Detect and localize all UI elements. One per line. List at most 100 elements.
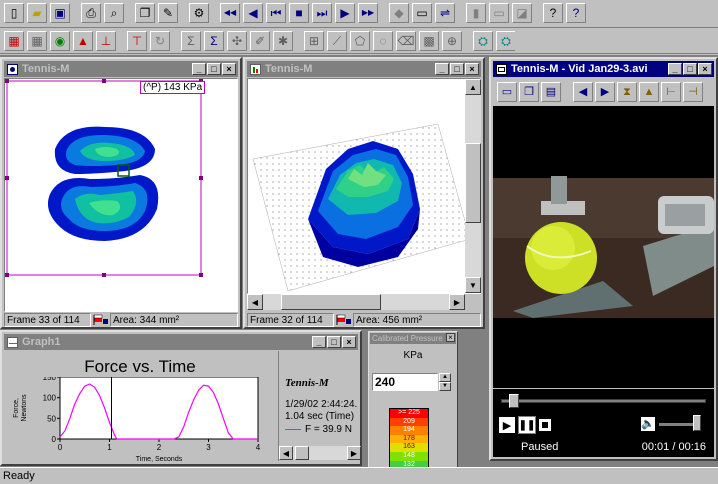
camera-2-button[interactable]: ⛭ xyxy=(496,31,516,51)
camera-1-button[interactable]: ⛭ xyxy=(473,31,493,51)
scroll-left-button[interactable]: ◀ xyxy=(247,294,263,310)
brush-button[interactable]: ✐ xyxy=(250,31,270,51)
context-help-button[interactable]: ? xyxy=(566,3,586,23)
minimize-button[interactable]: _ xyxy=(668,63,682,75)
settings-button[interactable]: ⚙ xyxy=(189,3,209,23)
sum-2-button[interactable]: Σ xyxy=(204,31,224,51)
scroll-down-button[interactable]: ▼ xyxy=(465,277,481,293)
graph-panel[interactable]: Force vs. Time 0 1 2 3 4 0 50 100 150 Time, Secon… xyxy=(4,351,276,463)
scroll-right-button[interactable]: ▶ xyxy=(347,446,361,460)
video-seek-thumb[interactable] xyxy=(509,394,519,408)
print-button[interactable]: ⎙ xyxy=(81,3,101,23)
center-button[interactable]: ⊤ xyxy=(127,31,147,51)
sum-1-button[interactable]: Σ xyxy=(181,31,201,51)
scroll-thumb-horizontal[interactable] xyxy=(281,294,381,310)
window-2d-titlebar[interactable]: Tennis-M _ □ × xyxy=(4,61,238,77)
close-button[interactable]: × xyxy=(465,63,479,75)
video-next-icon[interactable]: ▶ xyxy=(595,82,615,102)
minimize-button[interactable]: _ xyxy=(192,63,206,75)
polygon-button[interactable]: ⬠ xyxy=(350,31,370,51)
video-trim-start-icon[interactable]: ⊢ xyxy=(661,82,681,102)
video-save-icon[interactable]: ▭ xyxy=(497,82,517,102)
window-graph[interactable]: Graph1 _ □ × Force vs. Time 0 1 2 3 4 0 50 100 1… xyxy=(0,330,362,466)
scroll-right-button[interactable]: ▶ xyxy=(449,294,465,310)
last-frame-button[interactable]: ⏭ xyxy=(312,3,332,23)
rewind-button[interactable]: ◀◀ xyxy=(220,3,240,23)
loop-button[interactable]: ⇌ xyxy=(435,3,455,23)
layout-3-button[interactable]: ◪ xyxy=(512,3,532,23)
legend-horizontal-scrollbar[interactable]: ◀ ▶ xyxy=(279,446,361,460)
help-button[interactable]: ? xyxy=(543,3,563,23)
play-button[interactable]: ▶ xyxy=(499,417,515,433)
contour-button[interactable]: ◉ xyxy=(50,31,70,51)
open-folder-button[interactable]: ▰ xyxy=(27,3,47,23)
flag-icon[interactable] xyxy=(336,314,352,326)
pressure-panel[interactable]: Calibrated Pressure × KPa 240 ▲ ▼ >= 225… xyxy=(368,331,458,484)
play-button[interactable]: ▶ xyxy=(335,3,355,23)
video-mark-in-icon[interactable]: ⧗ xyxy=(617,82,637,102)
window-graph-titlebar[interactable]: Graph1 _ □ × xyxy=(4,334,358,350)
zoom-button[interactable]: ⊕ xyxy=(442,31,462,51)
peak-button[interactable]: ▲ xyxy=(73,31,93,51)
window-2d-view[interactable]: Tennis-M _ □ × (^P) 143 KPa Frame 33 of … xyxy=(0,57,242,329)
pressure-value-input[interactable]: 240 xyxy=(372,373,438,391)
maximize-button[interactable]: □ xyxy=(207,63,221,75)
erase-button[interactable]: ⌫ xyxy=(396,31,416,51)
video-prev-icon[interactable]: ◀ xyxy=(573,82,593,102)
flag-icon[interactable] xyxy=(93,314,109,326)
layout-1-button[interactable]: ▮ xyxy=(466,3,486,23)
volume-thumb[interactable] xyxy=(693,415,701,431)
print-preview-button[interactable]: ⌕ xyxy=(104,3,124,23)
video-mark-out-icon[interactable]: ▲ xyxy=(639,82,659,102)
maximize-button[interactable]: □ xyxy=(327,336,341,348)
stop-button[interactable]: ■ xyxy=(289,3,309,23)
marker-button[interactable]: ◆ xyxy=(389,3,409,23)
first-frame-button[interactable]: ⏮ xyxy=(266,3,286,23)
pressure-panel-titlebar[interactable]: Calibrated Pressure × xyxy=(370,333,456,344)
pause-button[interactable]: ❚❚ xyxy=(518,416,536,434)
edit-button[interactable]: ✎ xyxy=(158,3,178,23)
region-button[interactable]: ✣ xyxy=(227,31,247,51)
minimize-button[interactable]: _ xyxy=(435,63,449,75)
stop-button[interactable] xyxy=(539,419,551,431)
fast-forward-button[interactable]: ▶▶ xyxy=(358,3,378,23)
close-button[interactable]: × xyxy=(446,333,455,342)
window-video[interactable]: Tennis-M - Vid Jan29-3.avi _ □ × ▭ ❐ ▤ ◀… xyxy=(489,57,718,461)
force-time-chart[interactable]: 0 1 2 3 4 0 50 100 150 Time, Seconds Force, Newtons xyxy=(4,377,276,465)
vertical-scrollbar-3d[interactable]: ▲ ▼ xyxy=(465,79,481,293)
video-paste-icon[interactable]: ▤ xyxy=(541,82,561,102)
scroll-thumb-horizontal[interactable] xyxy=(295,446,309,460)
box-select-button[interactable]: ⊞ xyxy=(304,31,324,51)
save-button[interactable]: ▣ xyxy=(50,3,70,23)
layout-2-button[interactable]: ▭ xyxy=(489,3,509,23)
close-button[interactable]: × xyxy=(222,63,236,75)
rotate-button[interactable]: ↻ xyxy=(150,31,170,51)
color-map-button[interactable]: ▦ xyxy=(4,31,24,51)
window-video-titlebar[interactable]: Tennis-M - Vid Jan29-3.avi _ □ × xyxy=(493,61,714,77)
copy-button[interactable]: ❐ xyxy=(135,3,155,23)
video-copy-icon[interactable]: ❐ xyxy=(519,82,539,102)
minimize-button[interactable]: _ xyxy=(312,336,326,348)
cursor-button[interactable]: ✱ xyxy=(273,31,293,51)
pressure-map-3d[interactable] xyxy=(247,78,481,294)
scroll-left-button[interactable]: ◀ xyxy=(279,446,293,460)
record-button[interactable]: ▭ xyxy=(412,3,432,23)
lasso-button[interactable]: ◌ xyxy=(373,31,393,51)
force-button[interactable]: ⊥ xyxy=(96,31,116,51)
pressure-map-2d[interactable]: (^P) 143 KPa xyxy=(4,78,238,312)
grid-button[interactable]: ▦ xyxy=(27,31,47,51)
scroll-thumb-vertical[interactable] xyxy=(465,143,481,223)
video-frame[interactable] xyxy=(493,106,714,388)
video-trim-end-icon[interactable]: ⊣ xyxy=(683,82,703,102)
fill-button[interactable]: ▩ xyxy=(419,31,439,51)
close-button[interactable]: × xyxy=(698,63,712,75)
pressure-spin-up[interactable]: ▲ xyxy=(439,373,451,382)
scroll-up-button[interactable]: ▲ xyxy=(465,79,481,95)
volume-icon[interactable]: 🔈 xyxy=(641,417,655,431)
horizontal-scrollbar-3d[interactable]: ◀ ▶ xyxy=(247,294,465,310)
line-button[interactable]: ⟋ xyxy=(327,31,347,51)
maximize-button[interactable]: □ xyxy=(450,63,464,75)
window-3d-titlebar[interactable]: Tennis-M _ □ × xyxy=(247,61,481,77)
new-file-button[interactable]: ▯ xyxy=(4,3,24,23)
pressure-spin-down[interactable]: ▼ xyxy=(439,382,451,391)
